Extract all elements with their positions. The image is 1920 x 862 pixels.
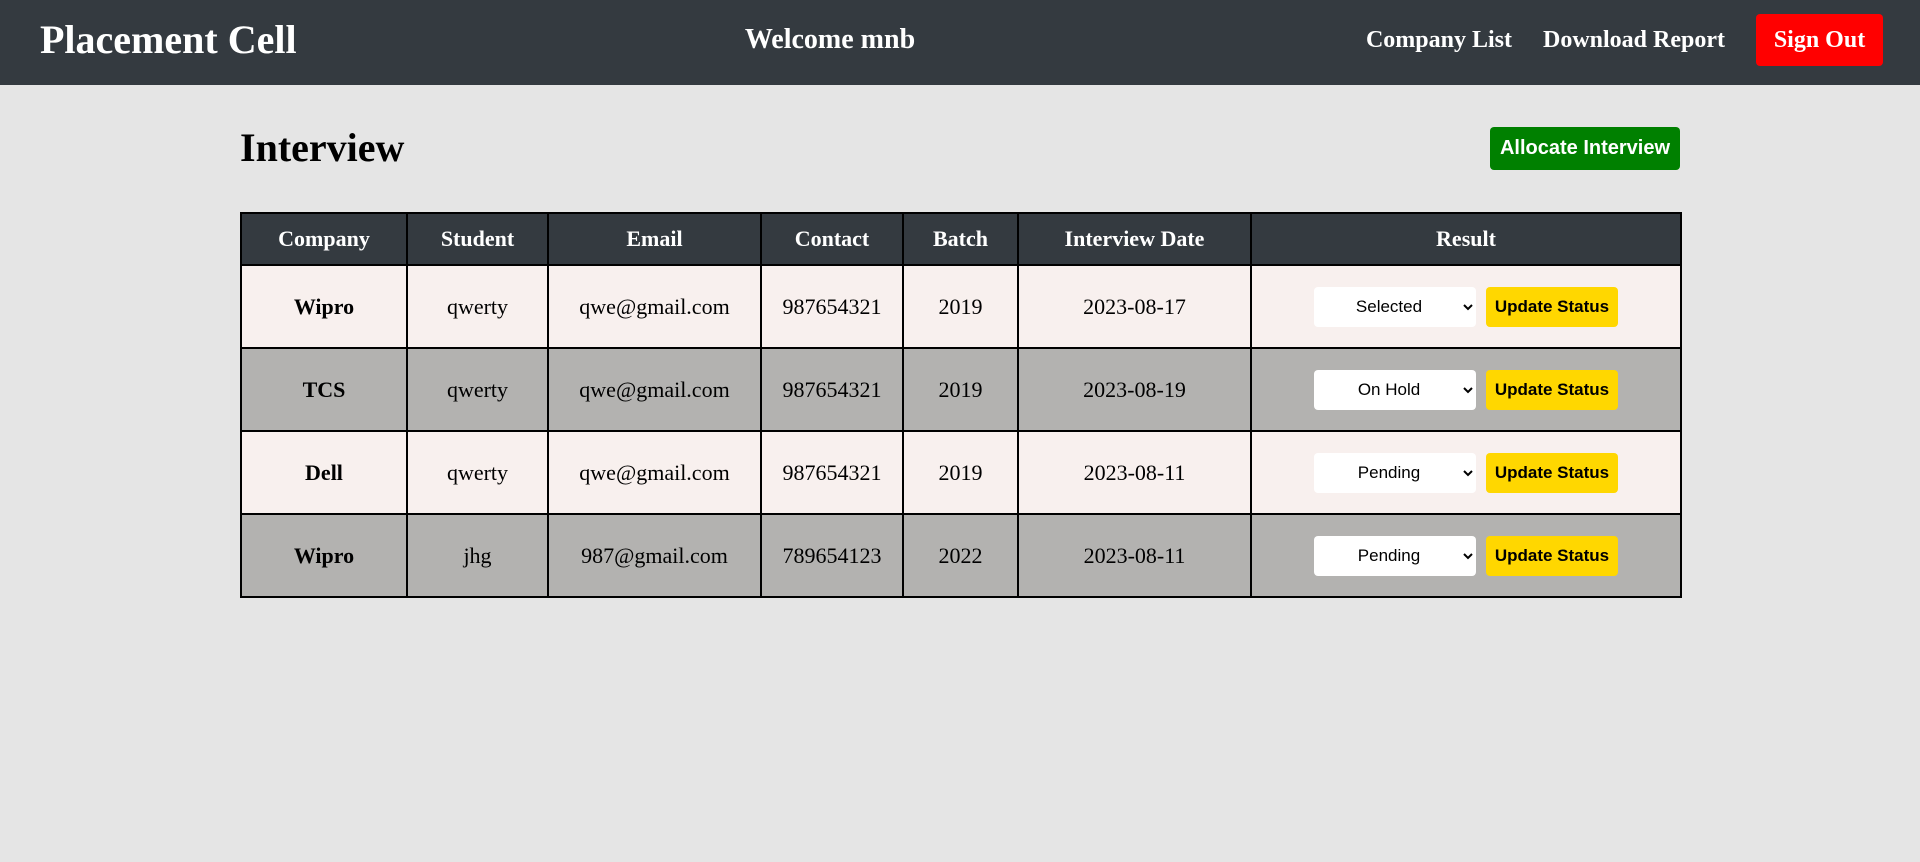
download-report-link[interactable]: Download Report (1543, 27, 1725, 54)
sign-out-button[interactable]: Sign Out (1756, 14, 1883, 66)
allocate-interview-button[interactable]: Allocate Interview (1490, 127, 1680, 170)
cell-email: qwe@gmail.com (547, 264, 762, 349)
cell-result: Selected Update Status (1250, 264, 1682, 349)
table-row: Wipro jhg 987@gmail.com 789654123 2022 2… (240, 513, 1682, 598)
result-select[interactable]: On Hold (1314, 369, 1476, 410)
cell-student: qwerty (406, 347, 549, 432)
cell-result: Pending Update Status (1250, 513, 1682, 598)
result-select[interactable]: Pending (1314, 452, 1476, 493)
nav-links: Company List Download Report Sign Out (1366, 14, 1883, 66)
result-select[interactable]: Selected (1314, 286, 1476, 327)
header-interview-date: Interview Date (1017, 212, 1252, 266)
header-email: Email (547, 212, 762, 266)
cell-interview-date: 2023-08-11 (1017, 430, 1252, 515)
cell-batch: 2019 (902, 347, 1019, 432)
cell-batch: 2019 (902, 264, 1019, 349)
cell-result: On Hold Update Status (1250, 347, 1682, 432)
update-status-button[interactable]: Update Status (1486, 535, 1618, 576)
cell-interview-date: 2023-08-11 (1017, 513, 1252, 598)
company-list-link[interactable]: Company List (1366, 27, 1512, 54)
cell-contact: 987654321 (760, 347, 904, 432)
cell-email: qwe@gmail.com (547, 430, 762, 515)
cell-student: qwerty (406, 430, 549, 515)
cell-student: qwerty (406, 264, 549, 349)
cell-contact: 987654321 (760, 430, 904, 515)
cell-contact: 987654321 (760, 264, 904, 349)
header-result: Result (1250, 212, 1682, 266)
cell-interview-date: 2023-08-19 (1017, 347, 1252, 432)
cell-company: Wipro (240, 513, 408, 598)
cell-batch: 2022 (902, 513, 1019, 598)
cell-student: jhg (406, 513, 549, 598)
header-student: Student (406, 212, 549, 266)
navbar: Placement Cell Welcome mnb Company List … (0, 0, 1920, 85)
table-row: TCS qwerty qwe@gmail.com 987654321 2019 … (240, 347, 1682, 432)
cell-result: Pending Update Status (1250, 430, 1682, 515)
header-company: Company (240, 212, 408, 266)
result-controls: Pending Update Status (1252, 452, 1680, 493)
table-row: Dell qwerty qwe@gmail.com 987654321 2019… (240, 430, 1682, 515)
update-status-button[interactable]: Update Status (1486, 369, 1618, 410)
interview-table: Company Student Email Contact Batch Inte… (240, 212, 1682, 598)
header-contact: Contact (760, 212, 904, 266)
cell-interview-date: 2023-08-17 (1017, 264, 1252, 349)
result-select[interactable]: Pending (1314, 535, 1476, 576)
result-controls: Selected Update Status (1252, 286, 1680, 327)
cell-batch: 2019 (902, 430, 1019, 515)
cell-email: qwe@gmail.com (547, 347, 762, 432)
header-batch: Batch (902, 212, 1019, 266)
cell-company: Wipro (240, 264, 408, 349)
update-status-button[interactable]: Update Status (1486, 452, 1618, 493)
table-header-row: Company Student Email Contact Batch Inte… (240, 212, 1682, 266)
result-controls: Pending Update Status (1252, 535, 1680, 576)
cell-contact: 789654123 (760, 513, 904, 598)
result-controls: On Hold Update Status (1252, 369, 1680, 410)
update-status-button[interactable]: Update Status (1486, 286, 1618, 327)
page-title: Interview (240, 125, 405, 170)
cell-company: TCS (240, 347, 408, 432)
table-row: Wipro qwerty qwe@gmail.com 987654321 201… (240, 264, 1682, 349)
cell-company: Dell (240, 430, 408, 515)
cell-email: 987@gmail.com (547, 513, 762, 598)
